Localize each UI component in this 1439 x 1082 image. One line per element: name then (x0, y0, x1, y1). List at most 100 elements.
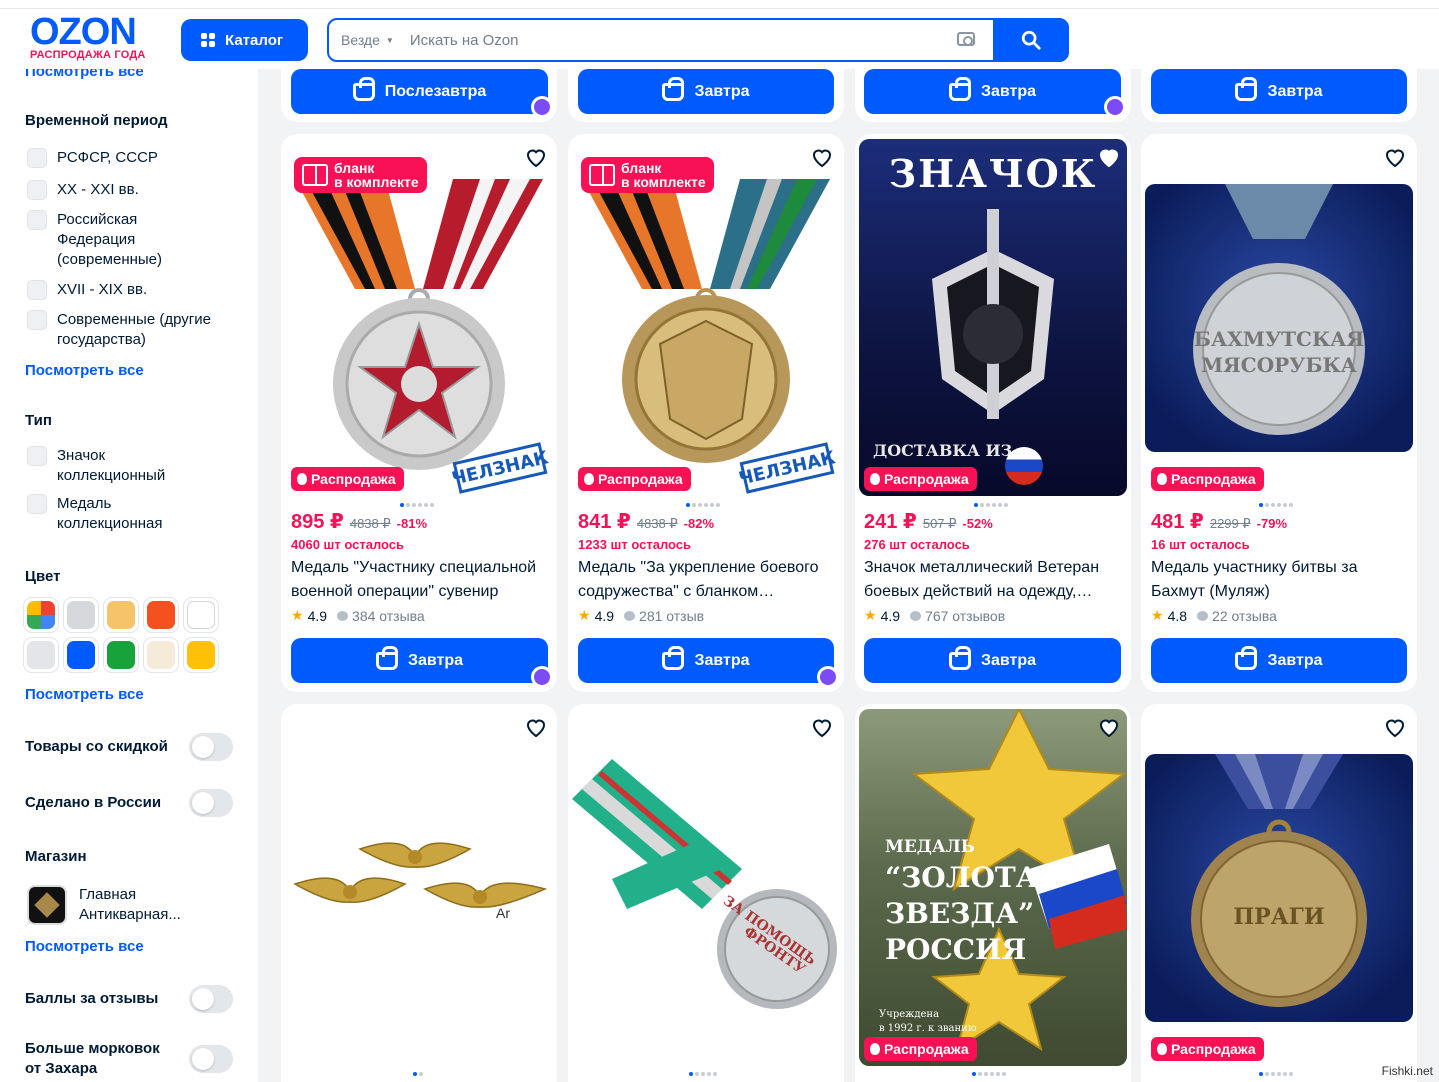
color-swatch[interactable] (183, 637, 219, 673)
period-option[interactable]: РСФСР, СССР (27, 148, 247, 168)
period-option[interactable]: XVII - XIX вв. (27, 280, 247, 300)
search-button[interactable] (993, 18, 1069, 62)
favorite-heart-icon[interactable] (1097, 715, 1121, 739)
reviews-count[interactable]: 767 отзывов (925, 608, 1005, 624)
color-swatch[interactable] (143, 597, 179, 633)
color-swatch[interactable] (23, 597, 59, 633)
sale-label: Распродажа (598, 471, 683, 487)
color-swatch-fill (107, 641, 135, 669)
star-icon: ★ (1151, 607, 1164, 623)
catalog-button[interactable]: Каталог (181, 19, 308, 61)
reviews-icon (624, 610, 636, 621)
russia-toggle[interactable] (189, 789, 233, 817)
logo-text: OZON (30, 11, 137, 53)
checkbox[interactable] (27, 494, 47, 514)
camera-icon[interactable] (957, 32, 975, 46)
search-input[interactable] (409, 31, 930, 49)
color-filter-title: Цвет (25, 568, 61, 585)
favorite-heart-icon[interactable] (524, 715, 548, 739)
period-option[interactable]: Российская Федерация (современные) (27, 210, 247, 270)
image-dots (413, 1072, 423, 1078)
color-swatch[interactable] (63, 637, 99, 673)
badge-line: бланк (334, 160, 375, 176)
price: 895 ₽ (291, 511, 344, 533)
reviews-count[interactable]: 384 отзыва (352, 608, 425, 624)
favorite-heart-icon[interactable] (1097, 145, 1121, 169)
see-all-link[interactable]: Посмотреть все (25, 686, 144, 703)
fire-icon (584, 473, 594, 485)
color-swatch[interactable] (63, 597, 99, 633)
product-title[interactable]: Значок металлический Ветеран боевых дейс… (864, 556, 1124, 604)
book-icon (589, 164, 615, 186)
rating-value: 4.9 (307, 607, 328, 624)
product-image[interactable]: ЗНАЧОК ДОСТАВКА ИЗ (859, 139, 1127, 496)
delivery-button[interactable]: Завтра (578, 638, 834, 683)
favorite-heart-icon[interactable] (524, 145, 548, 169)
old-price: 2299 ₽ (1209, 516, 1251, 531)
color-swatch[interactable] (23, 637, 59, 673)
color-swatch[interactable] (103, 637, 139, 673)
checkbox[interactable] (27, 310, 47, 330)
header: OZON РАСПРОДАЖА ГОДА Каталог Везде ▼ (0, 9, 1439, 69)
basket-icon (1235, 645, 1258, 670)
product-title[interactable]: Медаль "Участнику специальной военной оп… (291, 556, 551, 604)
image-dots (1259, 1072, 1293, 1078)
discount-toggle[interactable] (189, 733, 233, 761)
checkbox[interactable] (27, 446, 47, 466)
discount: -52% (962, 516, 993, 531)
product-title[interactable]: Медаль участнику битвы за Бахмут (Муляж) (1151, 556, 1411, 604)
carrots-toggle[interactable] (189, 1045, 233, 1073)
points-toggle[interactable] (189, 985, 233, 1013)
see-all-link[interactable]: Посмотреть все (25, 938, 144, 955)
image-caption: ЗНАЧОК (888, 151, 1098, 196)
favorite-heart-icon[interactable] (1383, 715, 1407, 739)
checkbox[interactable] (27, 210, 47, 230)
color-swatch[interactable] (143, 637, 179, 673)
reviews-count[interactable]: 281 отзыв (639, 608, 704, 624)
carrots-toggle-row[interactable]: Больше морковок от Захара (25, 1039, 233, 1079)
old-price: 4838 ₽ (349, 516, 391, 531)
product-image[interactable]: ПРАГИ (1145, 754, 1413, 1022)
checkbox[interactable] (27, 148, 47, 168)
ozon-logo[interactable]: OZON РАСПРОДАЖА ГОДА (30, 11, 160, 65)
points-toggle-row[interactable]: Баллы за отзывы (25, 985, 233, 1013)
product-image[interactable]: МЕДАЛЬ “ЗОЛОТАЯ ЗВЕЗДА” РОССИЯ Учреждена… (859, 709, 1127, 1066)
fire-icon (1157, 1043, 1167, 1055)
delivery-label: Завтра (694, 651, 750, 669)
color-swatch[interactable] (183, 597, 219, 633)
delivery-button[interactable]: Послезавтра (291, 69, 548, 114)
favorite-heart-icon[interactable] (810, 145, 834, 169)
premium-icon (531, 96, 553, 118)
shop-option[interactable]: Главная Антикварная... (27, 885, 199, 925)
favorite-heart-icon[interactable] (810, 715, 834, 739)
period-option[interactable]: Современные (другие государства) (27, 310, 247, 350)
product-image[interactable]: ЗА ПОМОЩЬ ФРОНТУ (572, 709, 840, 1066)
period-option[interactable]: XX - XXI вв. (27, 180, 247, 200)
image-caption: МЕДАЛЬ (885, 837, 975, 857)
discount-toggle-row[interactable]: Товары со скидкой (25, 733, 233, 761)
checkbox[interactable] (27, 180, 47, 200)
favorite-heart-icon[interactable] (1383, 145, 1407, 169)
search-scope-select[interactable]: Везде ▼ (341, 32, 394, 48)
delivery-button[interactable]: Завтра (578, 69, 834, 114)
type-option[interactable]: Медаль коллекционная (27, 494, 247, 534)
option-label: XX - XXI вв. (57, 181, 139, 198)
delivery-button[interactable]: Завтра (291, 638, 548, 683)
delivery-button[interactable]: Завтра (864, 69, 1121, 114)
delivery-button[interactable]: Завтра (1151, 638, 1407, 683)
price: 241 ₽ (864, 511, 917, 533)
reviews-count[interactable]: 22 отзыва (1212, 608, 1277, 624)
product-title[interactable]: Медаль "За укрепление боевого содружеств… (578, 556, 838, 604)
russia-toggle-row[interactable]: Сделано в России (25, 789, 233, 817)
color-swatch[interactable] (103, 597, 139, 633)
type-option[interactable]: Значок коллекционный (27, 446, 247, 486)
delivery-button[interactable]: Завтра (1151, 69, 1407, 114)
see-all-link[interactable]: Посмотреть все (25, 362, 144, 379)
premium-icon (531, 666, 553, 688)
delivery-button[interactable]: Завтра (864, 638, 1121, 683)
checkbox[interactable] (27, 280, 47, 300)
see-all-link[interactable]: Посмотреть все (25, 69, 144, 80)
product-image[interactable]: БАХМУТСКАЯ МЯСОРУБКА (1145, 184, 1413, 452)
delivery-label: Завтра (407, 651, 464, 669)
product-image[interactable]: Ar (285, 709, 553, 1066)
